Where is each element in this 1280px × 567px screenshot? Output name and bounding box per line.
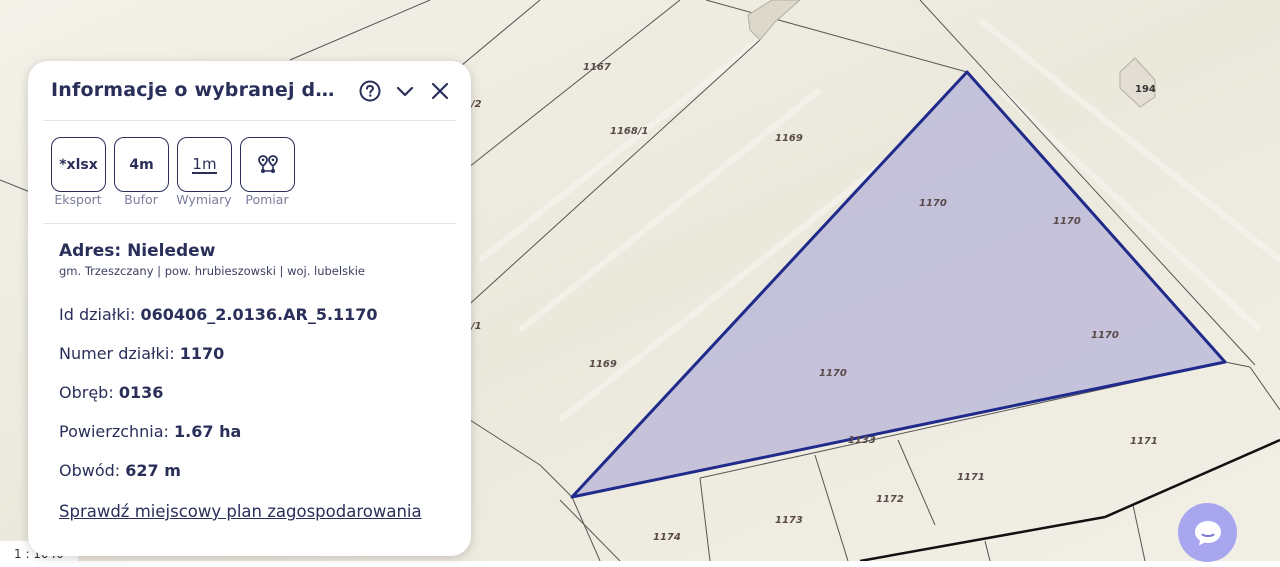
plot-label-1133: 1133	[848, 435, 876, 446]
parcel-id-row: Id działki: 060406_2.0136.AR_5.1170	[59, 305, 378, 324]
close-button[interactable]	[427, 78, 453, 104]
plot-label-1169-left: 1169	[589, 359, 617, 370]
plot-label-1172: 1172	[876, 494, 904, 505]
dimensions-button[interactable]: 1m	[177, 137, 232, 192]
plot-label-fragment: /1	[470, 321, 482, 332]
tool-label-buffer: Bufor	[124, 192, 158, 207]
plot-label-1167: 1167	[583, 62, 611, 73]
plot-label-1168-1: 1168/1	[610, 126, 648, 137]
precinct-row: Obręb: 0136	[59, 383, 163, 402]
help-button[interactable]	[357, 78, 383, 104]
parcel-number-row: Numer działki: 1170	[59, 344, 224, 363]
tool-label-measure: Pomiar	[245, 192, 289, 207]
measure-button[interactable]	[240, 137, 295, 192]
panel-header: Informacje o wybranej dział...	[28, 61, 471, 121]
parcel-info-panel: Informacje o wybranej dział... *xlsx Eks…	[28, 61, 471, 556]
help-circle-icon	[359, 80, 381, 102]
zoning-plan-link[interactable]: Sprawdź miejscowy plan zagospodarowania	[59, 502, 422, 521]
buffer-icon: 4m	[129, 156, 154, 173]
plot-label-1174: 1174	[653, 532, 681, 543]
area-row: Powierzchnia: 1.67 ha	[59, 422, 241, 441]
panel-title: Informacje o wybranej dział...	[51, 79, 341, 101]
xlsx-icon: *xlsx	[59, 156, 98, 173]
collapse-button[interactable]	[392, 78, 418, 104]
plot-label-1170: 1170	[1091, 330, 1119, 341]
measure-pins-icon	[257, 154, 278, 173]
plot-label-1170: 1170	[919, 198, 947, 209]
plot-label-1173: 1173	[775, 515, 803, 526]
tools-divider	[43, 223, 456, 224]
buffer-button[interactable]: 4m	[114, 137, 169, 192]
export-xlsx-button[interactable]: *xlsx	[51, 137, 106, 192]
precinct-label: Obręb:	[59, 383, 119, 402]
address-subtitle: gm. Trzeszczany | pow. hrubieszowski | w…	[59, 264, 365, 278]
precinct-value: 0136	[118, 383, 164, 402]
header-divider	[43, 120, 456, 121]
parcel-id-label: Id działki:	[59, 305, 141, 324]
tool-label-dimensions: Wymiary	[176, 192, 232, 207]
perimeter-label: Obwód:	[59, 461, 126, 480]
chat-launcher-button[interactable]	[1178, 503, 1237, 562]
building-number-label: 194	[1135, 84, 1156, 95]
parcel-number-value: 1170	[179, 344, 225, 363]
plot-label-1169-top: 1169	[775, 133, 803, 144]
close-icon	[431, 82, 449, 100]
chat-bubble-icon	[1194, 520, 1221, 545]
parcel-id-value: 060406_2.0136.AR_5.1170	[140, 305, 378, 324]
area-value: 1.67 ha	[174, 422, 242, 441]
perimeter-value: 627 m	[125, 461, 181, 480]
perimeter-row: Obwód: 627 m	[59, 461, 181, 480]
plot-label-1170: 1170	[1053, 216, 1081, 227]
area-label: Powierzchnia:	[59, 422, 175, 441]
dimensions-icon: 1m	[192, 154, 217, 174]
address-title: Adres: Nieledew	[59, 241, 216, 261]
plot-label-1171: 1171	[1130, 436, 1158, 447]
parcel-number-label: Numer działki:	[59, 344, 180, 363]
plot-label-1171: 1171	[957, 472, 985, 483]
chevron-down-icon	[396, 86, 414, 97]
tool-label-export: Eksport	[54, 192, 102, 207]
plot-label-fragment: /2	[470, 99, 482, 110]
plot-label-1170: 1170	[819, 368, 847, 379]
